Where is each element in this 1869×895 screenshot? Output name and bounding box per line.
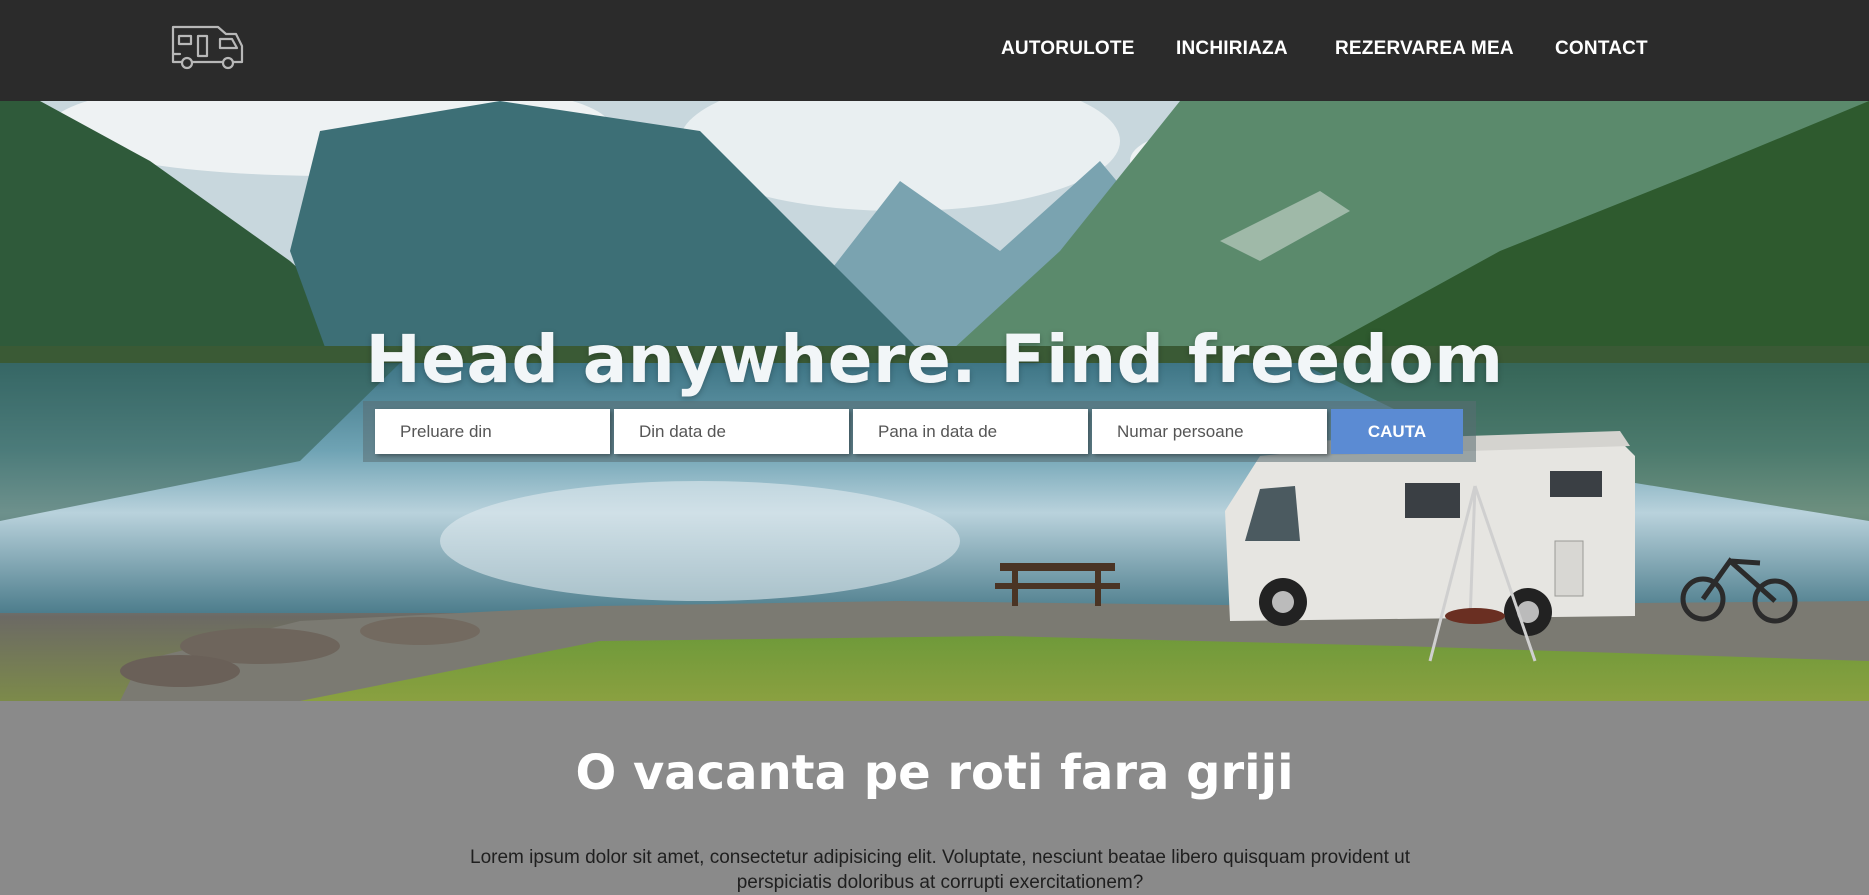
from-date-input[interactable] [614,409,849,454]
search-button[interactable]: CAUTA [1331,409,1463,454]
nav-link-contact[interactable]: CONTACT [1555,38,1648,60]
intro-section: O vacanta pe roti fara griji Lorem ipsum… [0,701,1869,895]
intro-text: Lorem ipsum dolor sit amet, consectetur … [470,847,1410,893]
pickup-location-input[interactable] [375,409,610,454]
search-form: CAUTA [363,401,1476,462]
to-date-input[interactable] [853,409,1088,454]
intro-title: O vacanta pe roti fara griji [575,745,1294,801]
main-nav: AUTORULOTE INCHIRIAZA REZERVAREA MEA CON… [0,38,1869,62]
site-header: AUTORULOTE INCHIRIAZA REZERVAREA MEA CON… [0,0,1869,101]
nav-link-inchiriaza[interactable]: INCHIRIAZA [1176,38,1288,60]
hero-section: Head anywhere. Find freedom CAUTA [0,101,1869,701]
nav-link-autorulote[interactable]: AUTORULOTE [1001,38,1135,60]
persons-input[interactable] [1092,409,1327,454]
nav-link-rezervarea-mea[interactable]: REZERVAREA MEA [1335,38,1514,60]
hero-title: Head anywhere. Find freedom [365,321,1504,398]
